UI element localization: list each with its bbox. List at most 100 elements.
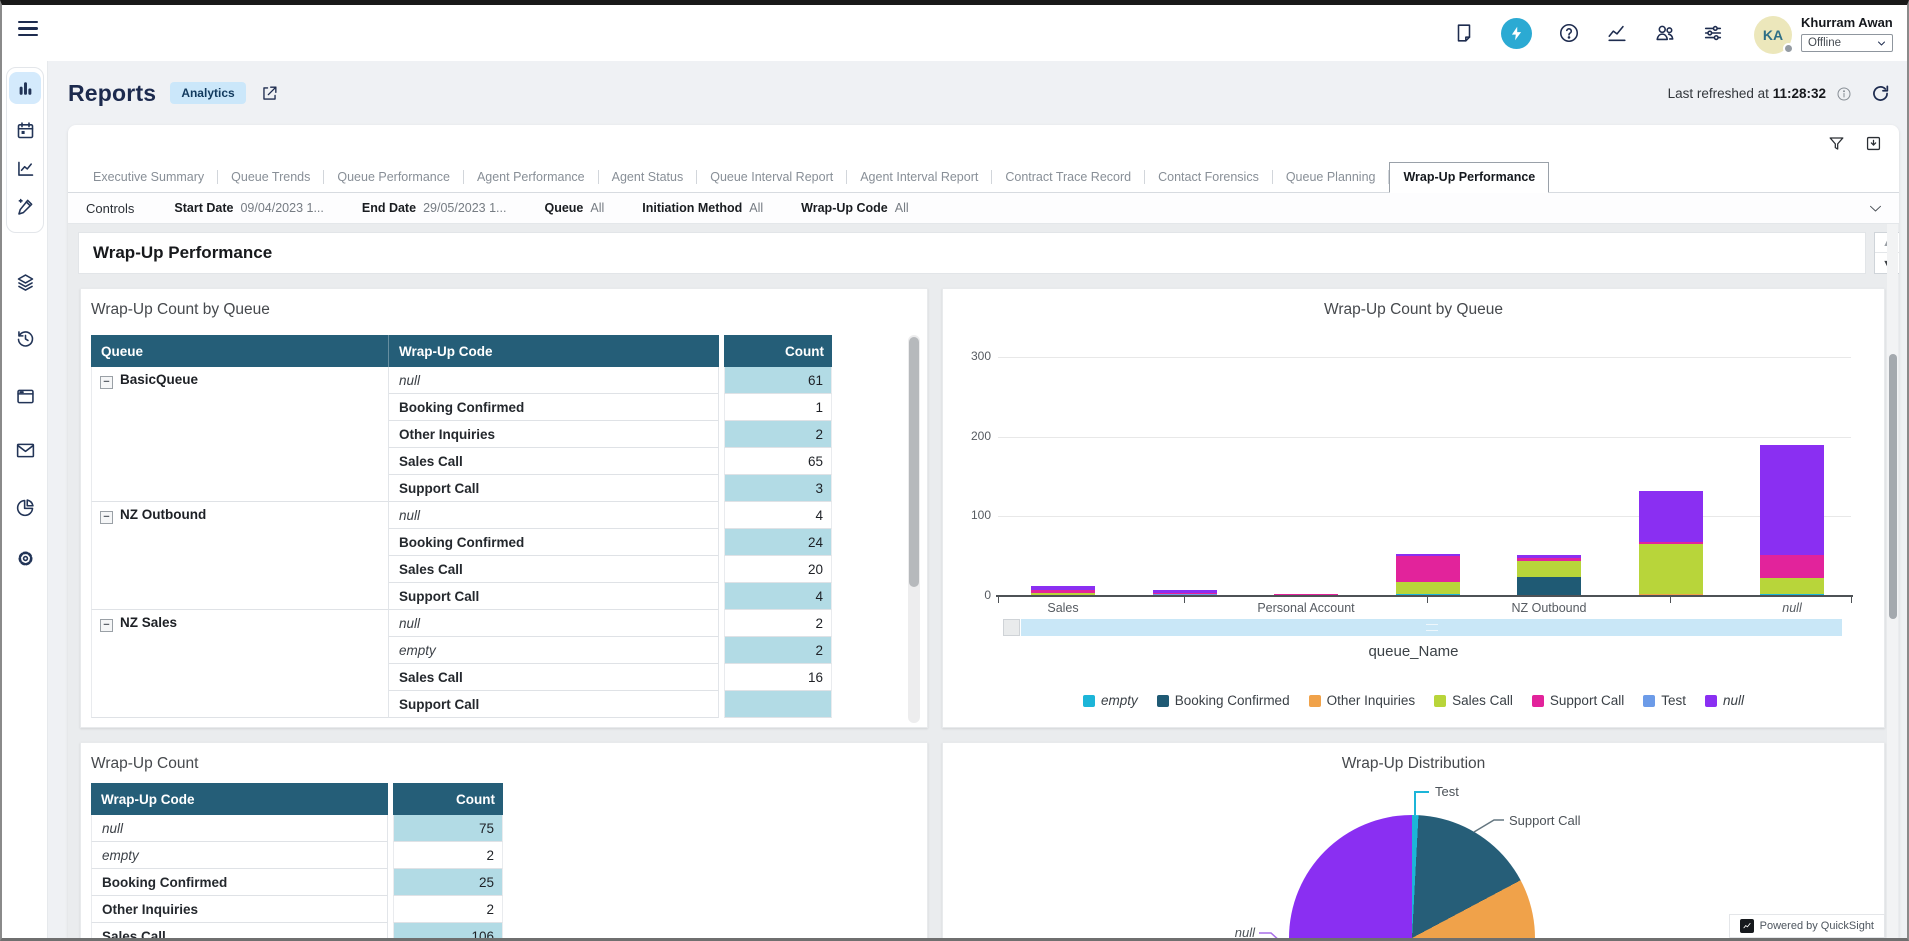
people-icon[interactable] <box>1654 22 1676 44</box>
column-header[interactable]: Count <box>393 783 503 815</box>
pie-chart[interactable] <box>1289 815 1535 938</box>
legend-item[interactable]: Support Call <box>1532 693 1624 708</box>
status-select[interactable]: Offline <box>1801 34 1893 52</box>
legend-item[interactable]: Test <box>1643 693 1686 708</box>
column-header[interactable]: Count <box>724 335 832 367</box>
legend-label: empty <box>1101 693 1138 708</box>
count-cell: 4 <box>724 502 832 529</box>
bar-segment[interactable] <box>1396 556 1460 581</box>
sidebar-item-mail[interactable] <box>9 434 41 466</box>
gridline <box>998 437 1851 438</box>
legend-label: Other Inquiries <box>1327 693 1416 708</box>
column-header[interactable]: Queue <box>91 335 389 367</box>
sidebar-item-calendar[interactable] <box>9 114 41 146</box>
tab-contact-forensics[interactable]: Contact Forensics <box>1145 163 1272 192</box>
control-filter[interactable]: Wrap-Up CodeAll <box>801 201 908 215</box>
avatar[interactable]: KA <box>1754 16 1792 54</box>
legend-item[interactable]: empty <box>1083 693 1138 708</box>
tab-executive-summary[interactable]: Executive Summary <box>80 163 217 192</box>
tab-agent-status[interactable]: Agent Status <box>599 163 697 192</box>
legend-item[interactable]: Other Inquiries <box>1309 693 1416 708</box>
y-tick-label: 300 <box>951 349 991 363</box>
filter-funnel-icon[interactable] <box>1827 134 1846 153</box>
design-brush-icon <box>15 196 36 217</box>
column-header[interactable]: Wrap-Up Code <box>91 783 388 815</box>
tab-agent-performance[interactable]: Agent Performance <box>464 163 598 192</box>
control-filter[interactable]: End Date29/05/2023 1... <box>362 201 507 215</box>
sidebar-item-settings[interactable] <box>9 542 41 574</box>
bar-segment[interactable] <box>1517 577 1581 596</box>
controls-label: Controls <box>86 201 134 216</box>
tab-queue-interval-report[interactable]: Queue Interval Report <box>697 163 846 192</box>
wrapup-code-cell: null <box>389 502 719 529</box>
bar-segment[interactable] <box>1517 555 1581 558</box>
legend-swatch <box>1705 695 1717 707</box>
bar-segment[interactable] <box>1760 555 1824 579</box>
chart-hscroll[interactable] <box>1021 619 1842 636</box>
tab-queue-trends[interactable]: Queue Trends <box>218 163 323 192</box>
tab-queue-performance[interactable]: Queue Performance <box>324 163 463 192</box>
assistant-flash-icon[interactable] <box>1501 18 1532 49</box>
controls-bar: Controls Start Date09/04/2023 1... End Da… <box>68 193 1899 224</box>
bar-segment[interactable] <box>1396 554 1460 556</box>
history-icon <box>15 328 36 349</box>
legend-label: Sales Call <box>1452 693 1513 708</box>
external-link-icon[interactable] <box>260 84 279 103</box>
bar-segment[interactable] <box>1639 544 1703 593</box>
wrapup-code-cell: null <box>91 815 388 842</box>
legend-item[interactable]: null <box>1705 693 1744 708</box>
help-icon[interactable] <box>1558 22 1580 44</box>
column-header[interactable]: Wrap-Up Code <box>389 335 719 367</box>
refresh-icon[interactable] <box>1870 83 1891 104</box>
bar-segment[interactable] <box>1031 586 1095 590</box>
dashboard-scrollbar[interactable] <box>1887 224 1898 938</box>
queue-name: BasicQueue <box>120 372 198 387</box>
bar-segment[interactable] <box>1760 578 1824 594</box>
table-scrollbar[interactable] <box>908 335 920 723</box>
sidebar-item-pie-chart[interactable] <box>9 491 41 523</box>
bar-segment[interactable] <box>1031 590 1095 593</box>
bar-segment[interactable] <box>1517 561 1581 577</box>
legend-item[interactable]: Sales Call <box>1434 693 1513 708</box>
sidebar-item-history[interactable] <box>9 322 41 354</box>
hamburger-menu-icon[interactable] <box>18 21 38 37</box>
sidebar-item-design[interactable] <box>9 190 41 222</box>
bar-segment[interactable] <box>1153 590 1217 593</box>
control-filter[interactable]: Start Date09/04/2023 1... <box>174 201 323 215</box>
sliders-icon[interactable] <box>1702 22 1724 44</box>
sidebar-item-line-chart[interactable] <box>9 152 41 184</box>
controls-expand-chevron-icon[interactable] <box>1868 201 1883 216</box>
legend-item[interactable]: Booking Confirmed <box>1157 693 1290 708</box>
collapse-icon[interactable]: − <box>100 619 113 632</box>
report-panel: Executive SummaryQueue TrendsQueue Perfo… <box>68 125 1899 938</box>
tab-wrap-up-performance[interactable]: Wrap-Up Performance <box>1389 162 1549 193</box>
tab-queue-planning[interactable]: Queue Planning <box>1273 163 1389 192</box>
table-scrollbar-thumb[interactable] <box>909 337 919 587</box>
sidebar-item-window[interactable] <box>9 380 41 412</box>
chart-hscroll-handle[interactable] <box>1003 619 1020 636</box>
notes-icon[interactable] <box>1453 22 1475 44</box>
bar-segment[interactable] <box>1639 542 1703 544</box>
dashboard-scrollbar-thumb[interactable] <box>1889 354 1897 619</box>
tab-contract-trace-record[interactable]: Contract Trace Record <box>992 163 1144 192</box>
analytics-icon[interactable] <box>1606 22 1628 44</box>
bar-segment[interactable] <box>1517 558 1581 561</box>
bar-segment[interactable] <box>1760 445 1824 555</box>
download-icon[interactable] <box>1864 134 1883 153</box>
bar-segment[interactable] <box>1396 582 1460 595</box>
card-title: Wrap-Up Count by Queue <box>91 301 270 319</box>
control-filter[interactable]: Initiation MethodAll <box>642 201 763 215</box>
collapse-icon[interactable]: − <box>100 511 113 524</box>
legend-swatch <box>1643 695 1655 707</box>
control-filter[interactable]: QueueAll <box>544 201 604 215</box>
filter-label: Start Date <box>174 201 233 215</box>
legend-swatch <box>1309 695 1321 707</box>
filter-value: All <box>895 201 909 215</box>
sidebar-item-layers[interactable] <box>9 266 41 298</box>
tab-agent-interval-report[interactable]: Agent Interval Report <box>847 163 991 192</box>
sidebar-item-bar-chart[interactable] <box>9 72 41 104</box>
info-icon[interactable] <box>1836 86 1852 102</box>
bar-segment[interactable] <box>1639 491 1703 542</box>
x-tick-label: Personal Account <box>1221 601 1391 615</box>
collapse-icon[interactable]: − <box>100 376 113 389</box>
